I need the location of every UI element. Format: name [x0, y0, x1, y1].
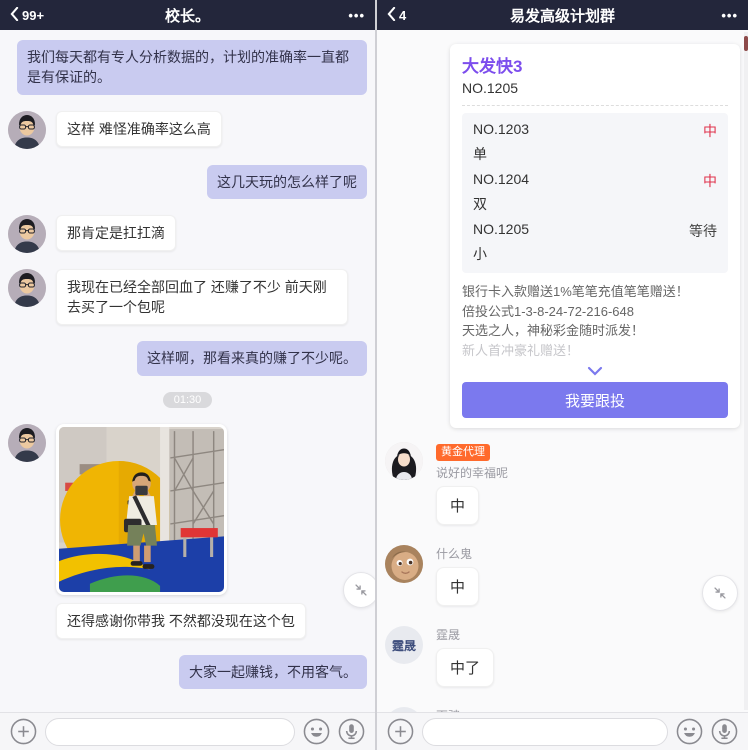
message-content: 霆晟 中了	[436, 626, 495, 688]
follow-bet-button[interactable]: 我要跟投	[462, 382, 728, 418]
avatar-man-icon[interactable]	[8, 268, 46, 307]
right-message-list: 大发快3 NO.1205 NO.1203 中 单 NO.1204 中 双 NO.…	[377, 30, 748, 712]
message-bubble: 大家一起赚钱，不用客气。	[179, 655, 367, 690]
message-row: 我现在已经全部回血了 还赚了不少 前天刚去买了一个包呢	[8, 268, 367, 326]
promo-text: 银行卡入款赠送1%笔笔充值笔笔赠送！ 倍投公式1-3-8-24-72-216-6…	[462, 284, 689, 358]
message-bubble: 这样 难怪准确率这么高	[56, 110, 222, 147]
message-bubble: 这样啊，那看来真的赚了不少呢。	[137, 341, 367, 376]
row-issue: NO.1204	[473, 171, 530, 187]
message-bubble: 我们每天都有专人分析数据的，计划的准确率一直都是有保证的。	[17, 40, 367, 95]
emoji-icon[interactable]	[303, 718, 330, 745]
collapse-window-button[interactable]	[343, 572, 375, 608]
microphone-icon[interactable]	[711, 718, 738, 745]
member-name: 霆晟	[436, 628, 461, 643]
role-badge: 黄金代理	[436, 444, 490, 462]
group-message: 霆晟 霆晟 中了	[385, 626, 740, 688]
message-row: 大家一起赚钱，不用客气。	[8, 655, 367, 690]
message-bubble: 中	[436, 567, 480, 607]
dual-chat-screens: 99+ 校长。 ••• 我们每天都有专人分析数据的，计划的准确率一直都是有保证的…	[0, 0, 750, 750]
avatar-girl-icon[interactable]	[385, 442, 423, 480]
more-menu-icon[interactable]: •••	[721, 8, 738, 23]
group-message: 什么鬼 中	[385, 545, 740, 607]
message-bubble: 还得感谢你带我 不然都没现在这个包	[56, 602, 306, 640]
right-input-bar	[377, 712, 748, 750]
message-bubble: 中	[436, 486, 480, 526]
plan-rows: NO.1203 中 单 NO.1204 中 双 NO.1205 等待 小	[462, 113, 728, 273]
row-issue: NO.1205	[473, 221, 530, 237]
photo-message[interactable]	[56, 423, 227, 595]
message-input[interactable]	[45, 717, 295, 746]
current-issue: NO.1205	[462, 80, 519, 96]
message-bubble: 我现在已经全部回血了 还赚了不少 前天刚去买了一个包呢	[56, 268, 348, 326]
timestamp-pill: 01:30	[162, 391, 213, 408]
unread-count: 4	[399, 7, 407, 23]
message-bubble: 那肯定是扛扛滴	[56, 214, 176, 252]
message-row: 这样 难怪准确率这么高	[8, 110, 367, 149]
more-menu-icon[interactable]: •••	[348, 8, 365, 23]
row-pick: 单	[473, 146, 487, 162]
chat-title: 校长。	[164, 7, 211, 25]
back-chevron-icon	[387, 6, 396, 24]
message-row: 这几天玩的怎么样了呢	[8, 164, 367, 199]
left-message-list: 我们每天都有专人分析数据的，计划的准确率一直都是有保证的。 这样 难怪准确率这么…	[0, 30, 375, 712]
game-title: 大发快3	[462, 57, 523, 76]
dashed-divider	[462, 105, 728, 106]
scrollbar-thumb[interactable]	[744, 36, 748, 51]
message-row	[8, 423, 367, 595]
message-content: 什么鬼 中	[436, 545, 480, 607]
plan-row: NO.1205 等待 小	[473, 221, 717, 264]
message-bubble: 这几天玩的怎么样了呢	[207, 164, 367, 199]
left-chat-screen: 99+ 校长。 ••• 我们每天都有专人分析数据的，计划的准确率一直都是有保证的…	[0, 0, 375, 750]
avatar-man-icon[interactable]	[8, 214, 46, 253]
row-pick: 小	[473, 246, 487, 262]
collapse-window-button[interactable]	[702, 575, 738, 611]
lottery-plan-card: 大发快3 NO.1205 NO.1203 中 单 NO.1204 中 双 NO.…	[450, 44, 740, 428]
left-header: 99+ 校长。 •••	[0, 0, 375, 30]
expand-chevron-down-icon[interactable]	[462, 363, 728, 376]
emoji-icon[interactable]	[676, 718, 703, 745]
message-row: 我们每天都有专人分析数据的，计划的准确率一直都是有保证的。	[8, 40, 367, 95]
scrollbar-track	[744, 32, 748, 710]
plus-attach-icon[interactable]	[10, 718, 37, 745]
left-input-bar	[0, 712, 375, 750]
member-name: 什么鬼	[436, 547, 473, 562]
row-issue: NO.1203	[473, 121, 530, 137]
message-row: 还得感谢你带我 不然都没现在这个包	[8, 602, 367, 640]
message-row: 这样啊，那看来真的赚了不少呢。	[8, 341, 367, 376]
plan-row: NO.1203 中 单	[473, 121, 717, 164]
message-input[interactable]	[422, 717, 668, 746]
message-bubble: 中了	[436, 648, 495, 688]
avatar-man-icon[interactable]	[8, 110, 46, 149]
microphone-icon[interactable]	[338, 718, 365, 745]
row-result: 中	[703, 123, 717, 139]
avatar-baby-icon[interactable]	[385, 545, 423, 584]
message-content: 黄金代理 说好的幸福呢 中	[436, 442, 509, 526]
row-result: 中	[703, 173, 717, 189]
back-button[interactable]: 99+	[10, 6, 45, 24]
row-result: 等待	[689, 223, 717, 239]
avatar-man-icon[interactable]	[8, 423, 46, 462]
message-row: 那肯定是扛扛滴	[8, 214, 367, 253]
back-button[interactable]: 4	[387, 6, 407, 24]
row-pick: 双	[473, 196, 487, 212]
unread-count: 99+	[22, 7, 45, 23]
back-chevron-icon	[10, 6, 19, 24]
chat-title: 易发高级计划群	[509, 7, 616, 25]
plan-row: NO.1204 中 双	[473, 171, 717, 214]
avatar-text[interactable]: 霆晟	[385, 626, 423, 665]
group-message: 黄金代理 说好的幸福呢 中	[385, 442, 740, 526]
right-header: 4 易发高级计划群 •••	[377, 0, 748, 30]
plus-attach-icon[interactable]	[387, 718, 414, 745]
right-chat-screen: 4 易发高级计划群 ••• 大发快3 NO.1205 NO.1203 中 单 N…	[375, 0, 748, 750]
member-name: 说好的幸福呢	[436, 466, 509, 481]
